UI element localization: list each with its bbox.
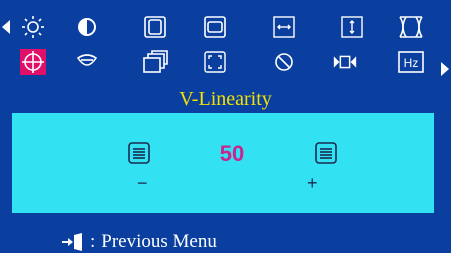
osd-menu: Hz V-Linearity 50 − + : Previous Menu: [0, 0, 451, 252]
parallelogram-icon[interactable]: [142, 49, 168, 75]
footer-hint[interactable]: : Previous Menu: [60, 231, 217, 253]
v-linearity-icon[interactable]: [20, 49, 46, 75]
increase-icon[interactable]: [314, 141, 338, 170]
adjustment-panel: 50 − +: [12, 113, 434, 213]
h-size-icon[interactable]: [271, 14, 297, 40]
pincushion-icon[interactable]: [398, 14, 424, 40]
decrease-icon[interactable]: [127, 141, 151, 170]
rotation-icon[interactable]: [202, 49, 228, 75]
page-title: V-Linearity: [179, 88, 272, 110]
contrast-icon[interactable]: [74, 14, 100, 40]
svg-text:Hz: Hz: [404, 56, 419, 70]
frequency-icon[interactable]: Hz: [398, 49, 424, 75]
trapezoid-icon[interactable]: [74, 49, 100, 75]
plus-label: +: [307, 173, 318, 193]
h-position-icon[interactable]: [142, 14, 168, 40]
exit-door-icon: [62, 233, 82, 251]
v-size-icon[interactable]: [339, 14, 365, 40]
scroll-left-arrow[interactable]: [2, 20, 10, 34]
v-position-icon[interactable]: [202, 14, 228, 40]
footer-separator: :: [90, 231, 96, 252]
degauss-icon[interactable]: [271, 49, 297, 75]
brightness-icon[interactable]: [20, 14, 46, 40]
minus-label: −: [137, 173, 148, 193]
footer-label: Previous Menu: [101, 231, 217, 252]
moire-icon[interactable]: [332, 49, 358, 75]
scroll-right-arrow[interactable]: [441, 62, 449, 76]
value-display: 50: [219, 141, 245, 166]
